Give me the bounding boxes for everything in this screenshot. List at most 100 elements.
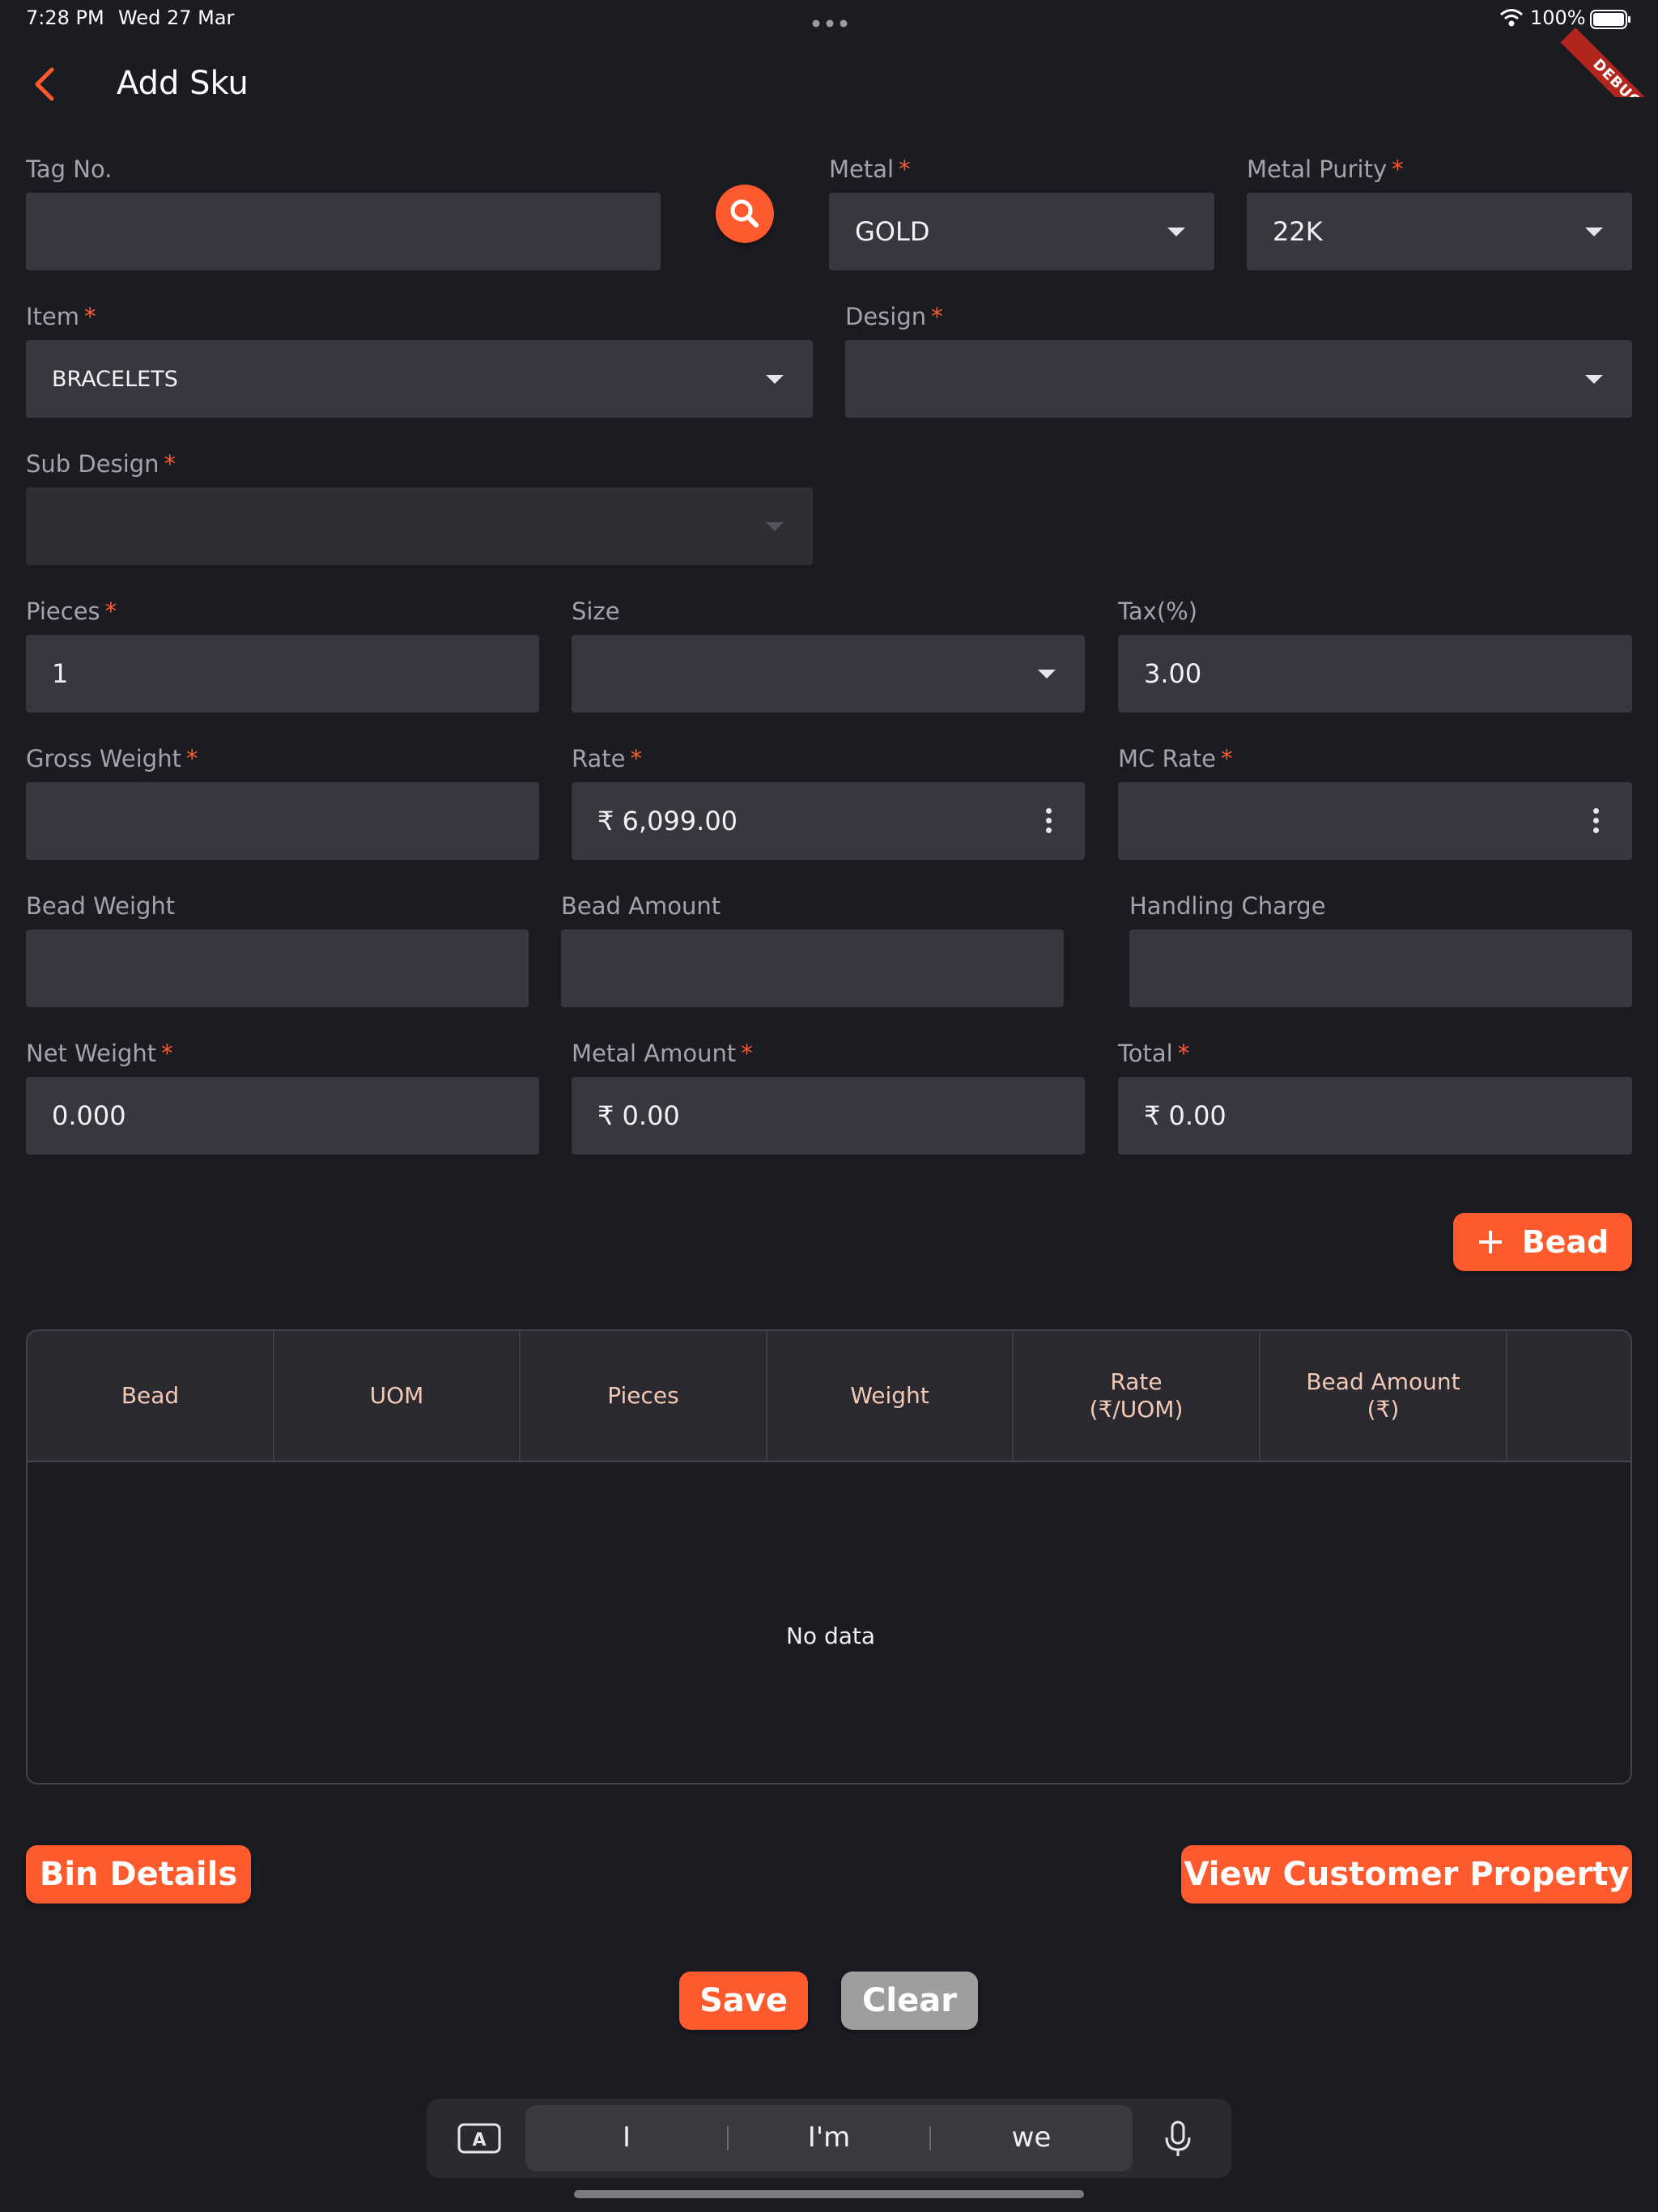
search-button[interactable] (716, 185, 774, 243)
add-bead-label: Bead (1521, 1224, 1609, 1260)
total-input[interactable]: ₹ 0.00 (1118, 1077, 1632, 1155)
mc-rate-input[interactable] (1118, 782, 1632, 860)
status-date: Wed 27 Mar (118, 6, 235, 29)
tax-input[interactable]: 3.00 (1118, 635, 1632, 713)
debug-ribbon: DEBUG (1561, 0, 1658, 97)
more-vert-icon[interactable] (1593, 808, 1600, 834)
handling-charge-label: Handling Charge (1129, 892, 1326, 920)
suggestion-item[interactable]: I'm (728, 2121, 930, 2154)
pieces-label-text: Pieces (26, 598, 100, 625)
multitasking-dots-icon[interactable] (812, 15, 848, 28)
required-marker: * (899, 155, 911, 183)
dropdown-arrow-icon (1585, 375, 1603, 384)
tag-no-input[interactable] (26, 193, 661, 270)
table-empty-text: No data (785, 1623, 876, 1649)
net-weight-value: 0.000 (52, 1100, 126, 1131)
column-header-text: Rate (1110, 1368, 1163, 1395)
required-marker: * (741, 1040, 753, 1067)
design-label: Design * (845, 303, 943, 330)
size-dropdown[interactable] (572, 635, 1085, 713)
dropdown-arrow-icon (1585, 228, 1603, 236)
keyboard-suggestion-bar: A I I'm we (427, 2099, 1231, 2178)
add-bead-button[interactable]: Bead (1453, 1213, 1632, 1271)
tax-label-text: Tax(%) (1118, 598, 1198, 625)
column-header-bead-amount[interactable]: Bead Amount (₹) (1261, 1331, 1507, 1461)
size-label-text: Size (572, 598, 620, 625)
clear-button[interactable]: Clear (841, 1972, 978, 2030)
column-header-text: UOM (369, 1382, 424, 1409)
dropdown-arrow-icon (1167, 228, 1185, 236)
gross-weight-label-text: Gross Weight (26, 745, 181, 772)
tax-value: 3.00 (1144, 658, 1202, 689)
bead-weight-input[interactable] (26, 929, 529, 1007)
size-label: Size (572, 598, 620, 625)
item-label: Item * (26, 303, 96, 330)
column-header-subtext: (₹) (1367, 1396, 1400, 1423)
metal-purity-dropdown[interactable]: 22K (1247, 193, 1632, 270)
page-title: Add Sku (117, 65, 249, 102)
microphone-icon[interactable] (1162, 2120, 1194, 2159)
column-header-bead[interactable]: Bead (28, 1331, 274, 1461)
required-marker: * (931, 303, 943, 330)
metal-amount-input[interactable]: ₹ 0.00 (572, 1077, 1085, 1155)
metal-label: Metal * (829, 155, 911, 183)
total-value: ₹ 0.00 (1144, 1100, 1226, 1131)
metal-purity-label: Metal Purity * (1247, 155, 1404, 183)
required-marker: * (630, 745, 643, 772)
item-label-text: Item (26, 303, 80, 330)
status-time: 7:28 PM (26, 6, 104, 29)
column-header-pieces[interactable]: Pieces (521, 1331, 767, 1461)
item-value: BRACELETS (52, 366, 178, 392)
bead-amount-input[interactable] (561, 929, 1064, 1007)
suggestion-item[interactable]: we (930, 2121, 1133, 2154)
dropdown-arrow-icon (766, 522, 784, 531)
keyboard-a-icon[interactable]: A (457, 2121, 501, 2155)
column-header-weight[interactable]: Weight (767, 1331, 1014, 1461)
tag-no-label-text: Tag No. (26, 155, 113, 183)
design-label-text: Design (845, 303, 927, 330)
metal-label-text: Metal (829, 155, 895, 183)
wifi-icon (1499, 8, 1524, 28)
column-header-text: Bead (121, 1382, 180, 1409)
pieces-input[interactable]: 1 (26, 635, 539, 713)
back-arrow-icon[interactable] (32, 66, 57, 102)
rate-label-text: Rate (572, 745, 626, 772)
required-marker: * (1392, 155, 1404, 183)
dropdown-arrow-icon (1038, 670, 1056, 678)
search-icon (730, 199, 759, 228)
pieces-value: 1 (52, 658, 69, 689)
view-customer-property-button[interactable]: View Customer Property (1181, 1845, 1632, 1904)
required-marker: * (185, 745, 198, 772)
rate-input[interactable]: ₹ 6,099.00 (572, 782, 1085, 860)
net-weight-label: Net Weight * (26, 1040, 173, 1067)
gross-weight-input[interactable] (26, 782, 539, 860)
more-vert-icon[interactable] (1046, 808, 1052, 834)
column-header-uom[interactable]: UOM (274, 1331, 521, 1461)
bead-amount-label: Bead Amount (561, 892, 721, 920)
save-button[interactable]: Save (679, 1972, 808, 2030)
handling-charge-label-text: Handling Charge (1129, 892, 1326, 920)
suggestion-item[interactable]: I (525, 2121, 728, 2154)
table-header: Bead UOM Pieces Weight Rate (₹/UOM) Bead … (28, 1331, 1630, 1462)
item-dropdown[interactable]: BRACELETS (26, 340, 813, 418)
tax-label: Tax(%) (1118, 598, 1197, 625)
metal-dropdown[interactable]: GOLD (829, 193, 1214, 270)
column-header-rate[interactable]: Rate (₹/UOM) (1014, 1331, 1261, 1461)
required-marker: * (161, 1040, 173, 1067)
required-marker: * (104, 598, 117, 625)
metal-value: GOLD (855, 216, 930, 247)
sub-design-dropdown[interactable] (26, 487, 813, 565)
bin-details-button[interactable]: Bin Details (26, 1845, 251, 1904)
handling-charge-input[interactable] (1129, 929, 1632, 1007)
tag-no-label: Tag No. (26, 155, 112, 183)
net-weight-input[interactable]: 0.000 (26, 1077, 539, 1155)
metal-amount-label-text: Metal Amount (572, 1040, 737, 1067)
column-header-text: Weight (850, 1382, 929, 1409)
design-dropdown[interactable] (845, 340, 1632, 418)
sub-design-label-text: Sub Design (26, 450, 159, 478)
sub-design-label: Sub Design * (26, 450, 176, 478)
metal-purity-value: 22K (1273, 216, 1323, 247)
home-indicator[interactable] (574, 2190, 1084, 2198)
required-marker: * (1177, 1040, 1190, 1067)
gross-weight-label: Gross Weight * (26, 745, 198, 772)
